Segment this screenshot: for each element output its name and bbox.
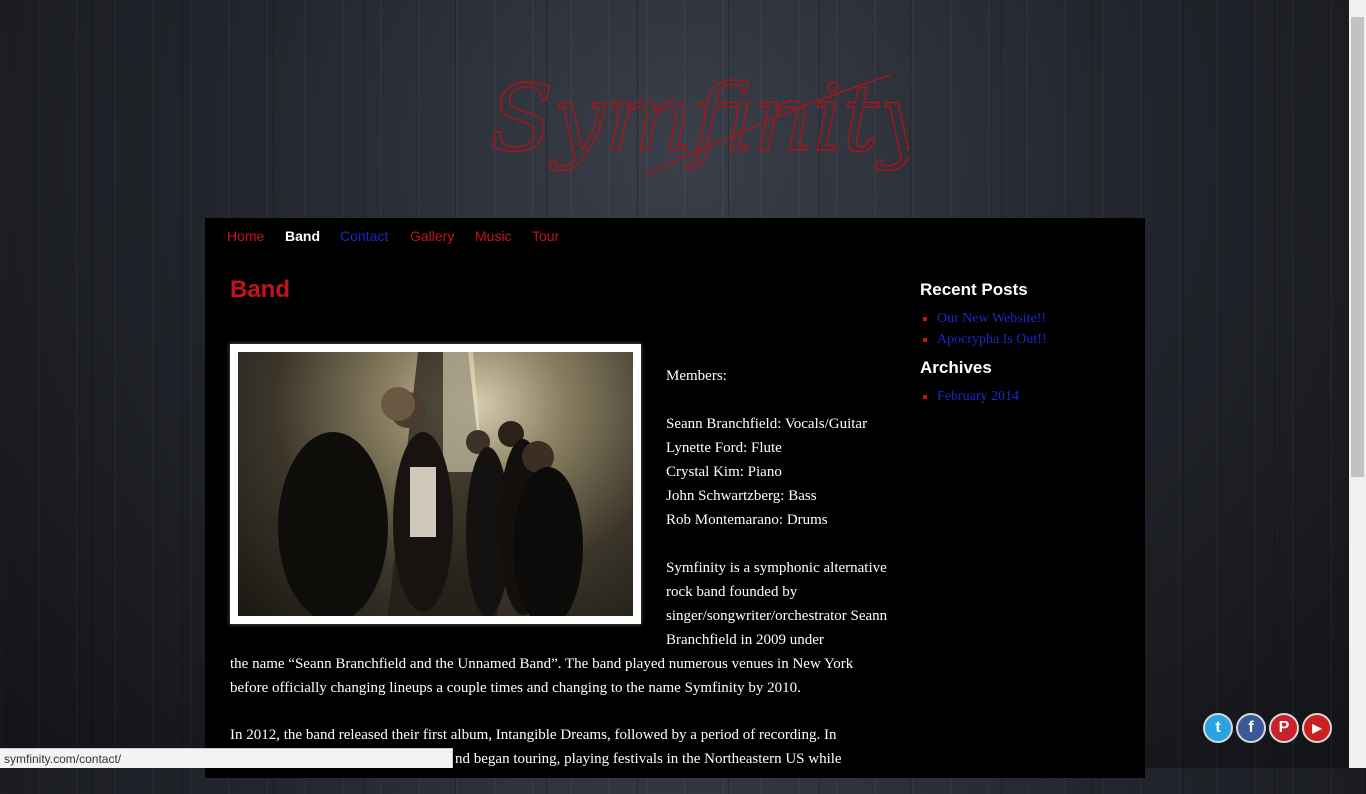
sidebar: Recent Posts Our New Website!! Apocrypha…: [920, 280, 1120, 415]
member-item: Rob Montemarano: Drums: [666, 512, 828, 528]
band-photo[interactable]: [238, 352, 633, 616]
band-photo-frame: [230, 344, 641, 624]
nav-home[interactable]: Home: [227, 228, 264, 244]
nav-contact[interactable]: Contact: [340, 228, 388, 244]
youtube-icon[interactable]: ▶: [1302, 713, 1332, 743]
bio-paragraph: the name “Seann Branchfield and the Unna…: [230, 656, 854, 696]
bio-body: the name “Seann Branchfield and the Unna…: [230, 652, 880, 794]
list-item: Our New Website!!: [923, 308, 1120, 329]
scrollbar-thumb[interactable]: [1351, 17, 1364, 477]
archive-link[interactable]: February 2014: [937, 389, 1019, 404]
archives-title: Archives: [920, 358, 992, 377]
site-logo[interactable]: Symfinity: [470, 50, 933, 200]
page-scrollbar[interactable]: [1349, 0, 1366, 768]
member-item: John Schwartzberg: Bass: [666, 488, 817, 504]
content-panel: Home Band Contact Gallery Music Tour Ban…: [205, 218, 1145, 778]
facebook-icon[interactable]: f: [1236, 713, 1266, 743]
twitter-icon[interactable]: t: [1203, 713, 1233, 743]
recent-post-link[interactable]: Our New Website!!: [937, 311, 1046, 326]
pinterest-icon[interactable]: P: [1269, 713, 1299, 743]
browser-status-bar: symfinity.com/contact/: [0, 748, 453, 768]
page-title: Band: [230, 276, 290, 303]
logo-script-graphic: Symfinity: [489, 64, 933, 176]
nav-tour[interactable]: Tour: [532, 228, 559, 244]
bio-2012-line2: nd began touring, playing festivals in t…: [455, 751, 842, 767]
logo-text: Symfinity: [490, 65, 910, 172]
nav-gallery[interactable]: Gallery: [410, 228, 454, 244]
member-item: Seann Branchfield: Vocals/Guitar: [666, 416, 868, 432]
recent-posts-title: Recent Posts: [920, 280, 1028, 299]
nav-band[interactable]: Band: [285, 228, 320, 244]
recent-post-link[interactable]: Apocrypha Is Out!!: [937, 332, 1047, 347]
members-heading: Members:: [666, 368, 727, 384]
bio-2012-line1: In 2012, the band released their first a…: [230, 727, 837, 743]
list-item: Apocrypha Is Out!!: [923, 329, 1120, 350]
member-item: Lynette Ford: Flute: [666, 440, 782, 456]
bio-intro: Symfinity is a symphonic alternative roc…: [666, 560, 888, 648]
list-item: February 2014: [923, 386, 1120, 407]
nav-music[interactable]: Music: [475, 228, 512, 244]
members-block: Members: Seann Branchfield: Vocals/Guita…: [666, 364, 891, 652]
archives-list: February 2014: [920, 386, 1120, 407]
member-item: Crystal Kim: Piano: [666, 464, 782, 480]
recent-posts-list: Our New Website!! Apocrypha Is Out!!: [920, 308, 1120, 350]
